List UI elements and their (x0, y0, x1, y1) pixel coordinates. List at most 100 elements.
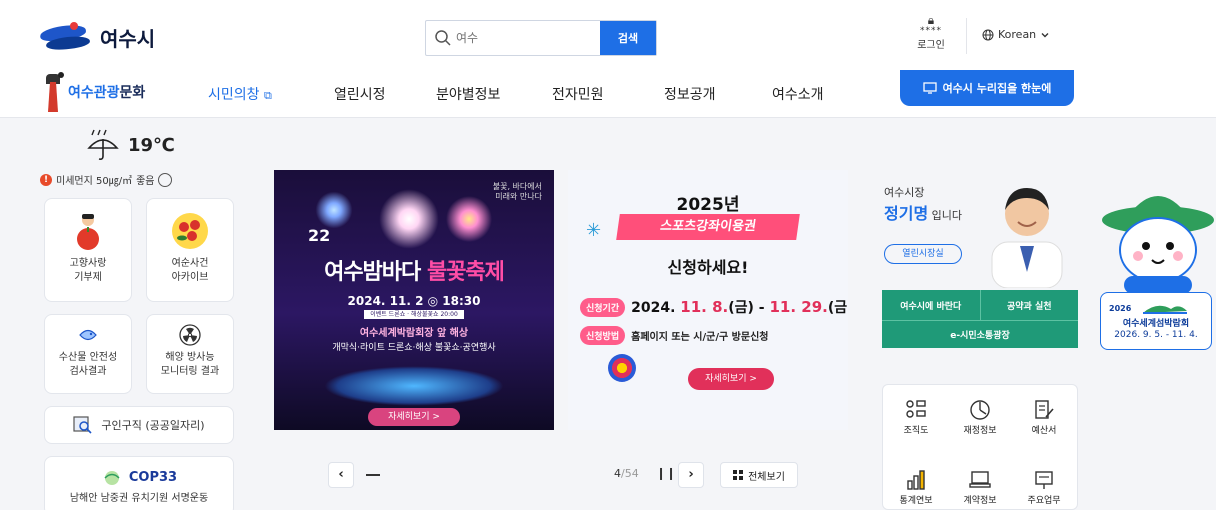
login-button[interactable]: 🔒︎ **** 로그인 (908, 14, 954, 51)
pie-clock-icon (953, 397, 1007, 423)
smile-face-icon (158, 172, 173, 187)
banner-fireworks-festival[interactable]: 불꽃, 바다에서 미래와 만나다 22 여수밤바다 불꽃축제 2024. 11.… (274, 170, 554, 430)
method-tag: 신청방법 (580, 325, 626, 345)
nav-item-info-disclosure[interactable]: 정보공개 (664, 84, 716, 104)
banner-current: 4 (614, 467, 621, 480)
tile-hometown-donation[interactable]: 고향사랑 기부제 (44, 198, 132, 302)
mayor-photo (991, 188, 1063, 288)
festival-title: 여수밤바다 불꽃축제 (274, 254, 554, 286)
person-apple-icon (45, 211, 131, 251)
view-all-banners-button[interactable]: 전체보기 (720, 462, 798, 488)
nav-item-citizen[interactable]: 시민의창 ⧉ (208, 84, 272, 104)
festival-date: 2024. 11. 2 ◎ 18:30 (347, 294, 481, 308)
sitemap-cta-button[interactable]: 여수시 누리집을 한눈에 (900, 70, 1074, 106)
tile-label: 검사결과 (69, 366, 107, 377)
progress-dash (366, 474, 380, 476)
password-stars: **** (920, 26, 942, 36)
expo-year: 2026 (1109, 304, 1132, 313)
globe-icon (982, 29, 994, 40)
monitor-icon (922, 82, 937, 94)
period-end-date: 11. 29. (769, 298, 828, 316)
quick-link-finance[interactable]: 재정정보 (953, 397, 1007, 436)
org-chart-icon (889, 397, 943, 423)
job-search-label: 구인구직 (공공일자리) (101, 419, 205, 432)
nav-item-about-yeosu[interactable]: 여수소개 (772, 84, 824, 104)
quick-link-org-chart[interactable]: 조직도 (889, 397, 943, 436)
nav-item-e-civil[interactable]: 전자민원 (552, 84, 604, 104)
nav-brand-label: 여수관광문화 (68, 82, 145, 112)
firework-graphic (444, 194, 494, 244)
suggest-to-yeosu-button[interactable]: 여수시에 바란다 (882, 290, 981, 320)
chevron-right-icon: › (688, 467, 694, 482)
prev-banner-button[interactable]: ‹ (328, 462, 354, 488)
quick-link-label: 예산서 (1031, 426, 1057, 436)
laptop-icon (953, 467, 1007, 493)
search-input[interactable] (456, 27, 596, 49)
expo-card: 2026 여수세계섬박람회 2026. 9. 5. - 11. 4. (1100, 292, 1212, 350)
banner-sports-voucher[interactable]: ✳ 2025년 스포츠강좌이용권 신청하세요! 신청기간 2024. 11. 8… (568, 170, 848, 430)
view-all-label: 전체보기 (748, 471, 785, 483)
quick-link-label: 주요업무 (1027, 496, 1061, 506)
expo-building-graphic (324, 366, 504, 406)
banner-pager: ‹ 4/54 ❙❙ › 전체보기 (328, 462, 798, 490)
document-pen-icon (1017, 397, 1071, 423)
period-value: 2024. 11. 8.(금) - 11. 29.(금) (631, 297, 848, 317)
logo-text: 여수시 (100, 26, 156, 51)
voucher-method-row: 신청방법 홈페이지 또는 시/군/구 방문신청 (580, 324, 840, 346)
cop33-campaign-link[interactable]: COP33 남해안 남중권 유치기원 서명운동 (44, 456, 234, 510)
language-select[interactable]: Korean (982, 28, 1050, 41)
fine-dust-status: ! 미세먼지 50㎍/㎥ 좋음 (40, 172, 173, 187)
quick-link-label: 조직도 (903, 426, 929, 436)
quick-link-budget[interactable]: 예산서 (1017, 397, 1071, 436)
nav-brand-tourism[interactable]: 여수관광문화 (42, 72, 145, 112)
fish-icon (45, 323, 131, 347)
tile-yeosun-archive[interactable]: 여순사건 아카이브 (146, 198, 234, 302)
next-banner-button[interactable]: › (678, 462, 704, 488)
tile-ocean-radiation[interactable]: 해양 방사능 모니터링 결과 (146, 314, 234, 394)
voucher-year: 2025년 (676, 195, 740, 215)
search-button[interactable]: 검색 (600, 21, 656, 55)
period-separator: - (753, 300, 770, 316)
e-citizen-plaza-button[interactable]: e-시민소통광장 (882, 320, 1078, 348)
quick-link-key-tasks[interactable]: 주요업무 (1017, 467, 1071, 506)
earth-leaf-icon (104, 470, 120, 485)
site-header: 여수시 검색 🔒︎ **** 로그인 Korean 여수관광문화 (0, 0, 1216, 118)
tile-label: 여순사건 (171, 258, 209, 269)
divider (966, 18, 967, 54)
open-mayor-office-button[interactable]: 열린시장실 (884, 244, 962, 264)
banner-count: 4/54 (614, 467, 639, 480)
job-search-link[interactable]: 구인구직 (공공일자리) (44, 406, 234, 444)
tile-label: 기부제 (74, 272, 102, 283)
tagline-line: 미래와 만나다 (495, 192, 542, 201)
expo-title: 여수세계섬박람회 (1122, 319, 1190, 329)
quick-links-panel: 조직도 재정정보 예산서 통계연보 계약정보 주요업무 (882, 384, 1078, 510)
period-start-year: 2024. (631, 300, 681, 316)
external-link-icon: ⧉ (263, 89, 272, 102)
site-logo[interactable]: 여수시 (39, 22, 156, 52)
voucher-detail-button[interactable]: 자세히보기 > (688, 368, 774, 390)
voucher-cta: 신청하세요! (667, 258, 749, 277)
sparkle-icon: ✳ (586, 220, 602, 241)
period-end-day: (금) (827, 300, 848, 316)
nav-item-open-admin[interactable]: 열린시정 (334, 84, 386, 104)
tile-seafood-safety[interactable]: 수산물 안전성 검사결과 (44, 314, 132, 394)
presentation-board-icon (1017, 467, 1071, 493)
period-start-day: (금) (728, 300, 754, 316)
island-expo-promo[interactable]: 2026 여수세계섬박람회 2026. 9. 5. - 11. 4. (1098, 180, 1216, 352)
mayor-name-tail: 입니다 (928, 209, 963, 222)
quick-link-stats[interactable]: 통계연보 (889, 467, 943, 506)
fireworks-detail-button[interactable]: 자세히보기 > (368, 408, 460, 426)
quick-link-contracts[interactable]: 계약정보 (953, 467, 1007, 506)
festival-event-strip: 이벤트 드론쇼 · 해상불꽃쇼 20:00 (364, 310, 464, 319)
mayor-card: 여수시장 정기명 입니다 열린시장실 (862, 170, 1088, 290)
festival-location: 여수세계박람회장 앞 해상 (359, 328, 469, 339)
language-label: Korean (998, 28, 1037, 41)
firework-graphic (374, 184, 444, 254)
mascot-icon (1102, 196, 1214, 294)
period-tag: 신청기간 (580, 297, 626, 317)
nav-item-field-info[interactable]: 분야별정보 (436, 84, 500, 104)
quick-link-label: 계약정보 (963, 496, 997, 506)
pledges-button[interactable]: 공약과 실천 (980, 290, 1078, 320)
pause-icon[interactable]: ❙❙ (656, 466, 676, 480)
firework-graphic (314, 190, 354, 230)
